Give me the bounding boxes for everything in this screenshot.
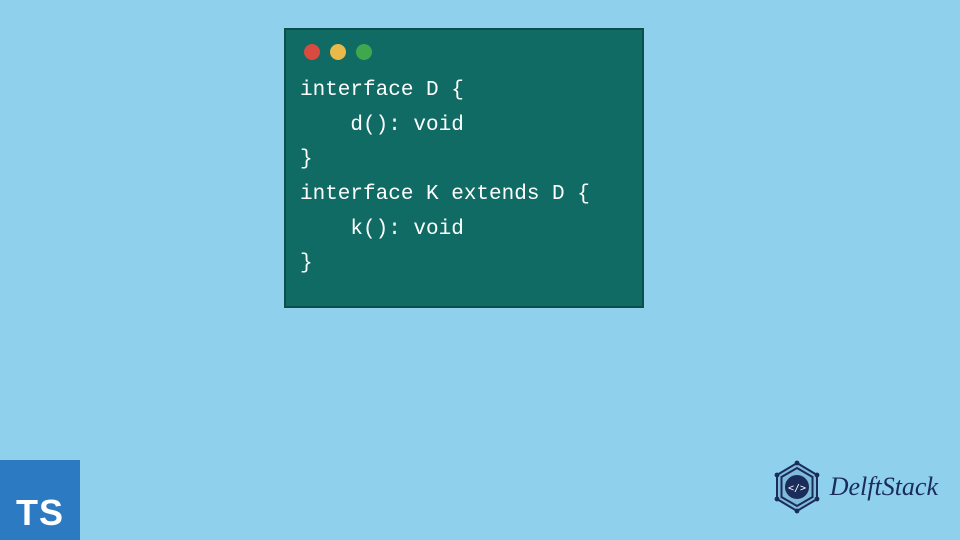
code-window: interface D { d(): void } interface K ex… bbox=[284, 28, 644, 308]
delftstack-icon: </> bbox=[770, 460, 824, 514]
typescript-badge: TS bbox=[0, 460, 80, 540]
minimize-icon bbox=[330, 44, 346, 60]
typescript-badge-label: TS bbox=[16, 492, 64, 534]
window-traffic-lights bbox=[286, 30, 642, 70]
close-icon bbox=[304, 44, 320, 60]
brand-logo: </> DelftStack bbox=[770, 460, 938, 514]
code-block: interface D { d(): void } interface K ex… bbox=[286, 70, 642, 288]
maximize-icon bbox=[356, 44, 372, 60]
brand-name: DelftStack bbox=[830, 472, 938, 502]
svg-text:</>: </> bbox=[788, 483, 806, 494]
